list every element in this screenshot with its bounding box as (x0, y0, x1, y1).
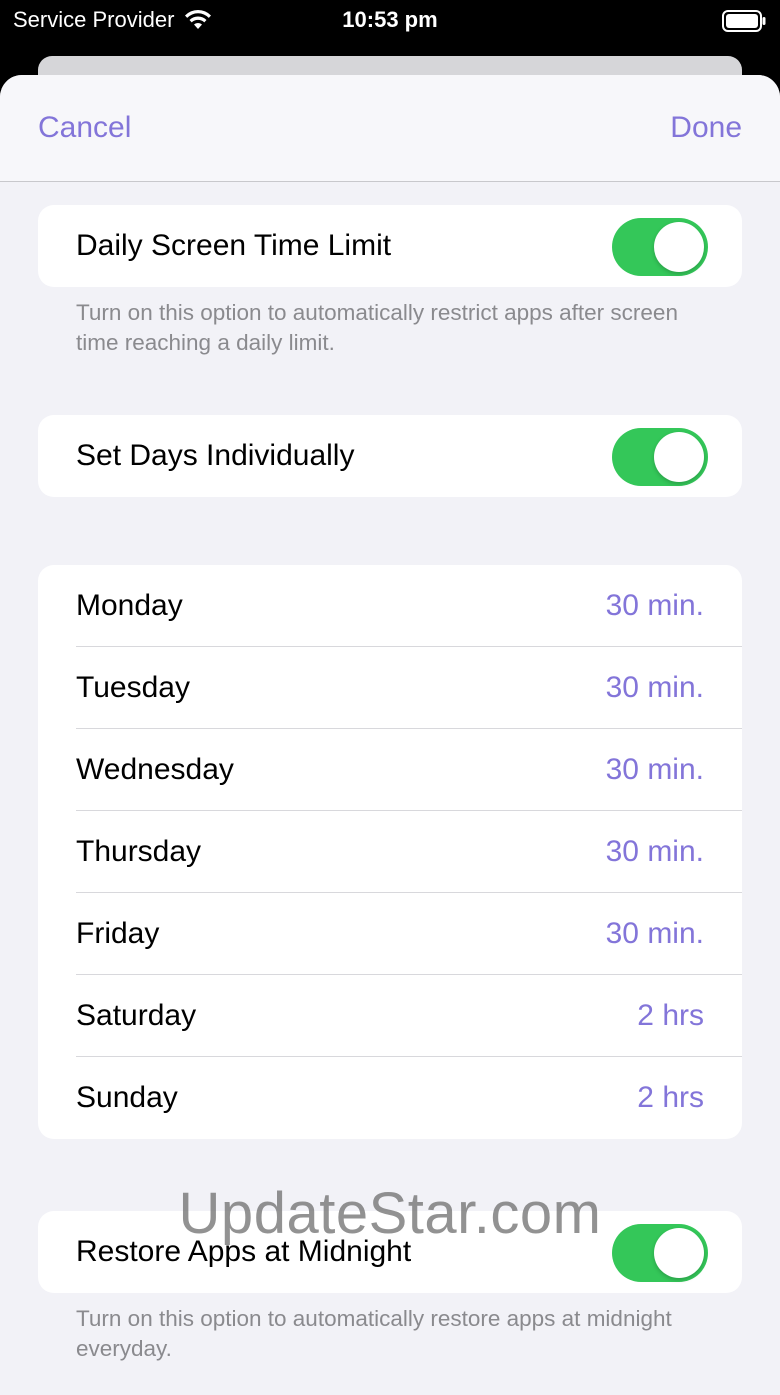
day-row-friday[interactable]: Friday 30 min. (38, 893, 742, 975)
day-limit-value: 30 min. (605, 589, 704, 622)
day-name: Monday (76, 589, 183, 622)
navigation-bar: Cancel Done (0, 75, 780, 182)
day-limit-value: 30 min. (605, 917, 704, 950)
restore-footnote: Turn on this option to automatically res… (76, 1306, 672, 1361)
day-row-sunday[interactable]: Sunday 2 hrs (38, 1057, 742, 1139)
day-name: Friday (76, 917, 160, 950)
day-row-thursday[interactable]: Thursday 30 min. (38, 811, 742, 893)
cancel-button[interactable]: Cancel (38, 111, 131, 145)
set-days-toggle[interactable] (612, 428, 708, 486)
day-row-tuesday[interactable]: Tuesday 30 min. (38, 647, 742, 729)
toggle-knob (654, 222, 704, 272)
done-button[interactable]: Done (670, 111, 742, 145)
day-name: Tuesday (76, 671, 190, 704)
day-name: Sunday (76, 1081, 178, 1114)
day-limit-value: 30 min. (605, 835, 704, 868)
clock: 10:53 pm (342, 7, 438, 32)
day-limit-value: 2 hrs (637, 1081, 704, 1114)
daily-limit-row: Daily Screen Time Limit (38, 205, 742, 287)
day-name: Saturday (76, 999, 197, 1032)
day-limit-value: 30 min. (605, 671, 704, 704)
watermark: UpdateStar.com (178, 1181, 602, 1246)
daily-limit-group: Daily Screen Time Limit (38, 205, 742, 287)
day-row-monday[interactable]: Monday 30 min. (38, 565, 742, 647)
daily-limit-label: Daily Screen Time Limit (76, 229, 392, 262)
day-name: Wednesday (76, 753, 234, 786)
toggle-knob (654, 432, 704, 482)
daily-limit-toggle[interactable] (612, 218, 708, 276)
set-days-group: Set Days Individually (38, 415, 742, 497)
day-row-wednesday[interactable]: Wednesday 30 min. (38, 729, 742, 811)
battery-icon (722, 10, 766, 32)
day-name: Thursday (76, 835, 202, 868)
day-row-saturday[interactable]: Saturday 2 hrs (38, 975, 742, 1057)
status-bar: Service Provider 10:53 pm (0, 0, 780, 44)
set-days-row: Set Days Individually (38, 415, 742, 497)
set-days-label: Set Days Individually (76, 439, 355, 472)
daily-limit-footnote: Turn on this option to automatically res… (76, 300, 678, 355)
day-limit-value: 2 hrs (637, 999, 704, 1032)
days-list: Monday 30 min. Tuesday 30 min. Wednesday… (38, 565, 742, 1139)
day-limit-value: 30 min. (605, 753, 704, 786)
